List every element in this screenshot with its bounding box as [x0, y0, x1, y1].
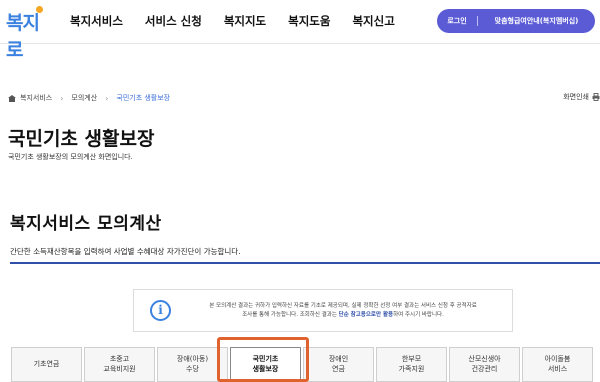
nav-item-welfare-report[interactable]: 복지신고	[352, 13, 394, 29]
breadcrumb-current: 국민기초 생활보장	[116, 94, 171, 102]
tab-label-line1: 초중고	[109, 354, 130, 363]
tab-disability-pension[interactable]: 장애인 연금	[303, 347, 374, 382]
logo-dot	[36, 6, 43, 13]
header-action-pill: 로그인 맞춤형급여안내(복지멤버십)	[437, 9, 595, 33]
tab-label-line1: 한부모	[401, 354, 422, 363]
chevron-right-icon: ›	[60, 93, 64, 103]
print-icon	[592, 93, 600, 101]
logo[interactable]: 복지로	[6, 6, 50, 61]
section-description: 간단한 소득재산항목을 입력하여 사업별 수혜대상 자가진단이 가능합니다.	[10, 247, 241, 256]
breadcrumb-item-simulation[interactable]: 모의계산	[71, 93, 97, 103]
notice-line-2-post: 하여 주시기 바랍니다.	[393, 312, 444, 318]
tab-label: 기초연금	[34, 359, 60, 369]
tab-label-line1: 장애(아동)	[176, 354, 209, 363]
tab-single-parent-support[interactable]: 한부모 가족지원	[376, 347, 447, 382]
section-title: 복지서비스 모의계산	[10, 214, 162, 234]
nav-item-welfare-services[interactable]: 복지서비스	[70, 13, 123, 29]
tab-mother-newborn-care[interactable]: 산모신생아 건강관리	[449, 347, 520, 382]
tab-label-line2: 교육비지원	[103, 364, 136, 373]
nav-item-service-apply[interactable]: 서비스 신청	[145, 13, 202, 29]
main-nav: 복지서비스 서비스 신청 복지지도 복지도움 복지신고	[70, 13, 417, 29]
home-icon[interactable]	[8, 94, 16, 102]
notice-text: 본 모의계산 결과는 귀하가 입력하신 자료를 기초로 제공되며, 실제 정확한…	[178, 302, 508, 320]
tab-label-line2: 수당	[186, 364, 199, 373]
custom-benefit-link[interactable]: 맞춤형급여안내(복지멤버십)	[478, 16, 595, 26]
tab-disability-child-allowance[interactable]: 장애(아동) 수당	[157, 347, 228, 382]
nav-item-welfare-help[interactable]: 복지도움	[288, 13, 330, 29]
page-title: 국민기초 생활보장	[8, 128, 155, 150]
print-button[interactable]: 화면인쇄	[563, 92, 600, 102]
print-label: 화면인쇄	[563, 93, 589, 101]
breadcrumb: 복지서비스 › 모의계산 › 국민기초 생활보장	[8, 93, 170, 103]
site-header: 복지로 복지서비스 서비스 신청 복지지도 복지도움 복지신고 로그인 맞춤형급…	[0, 0, 600, 61]
logo-text: 복지로	[6, 12, 40, 61]
tab-child-care-service[interactable]: 아이돌봄 서비스	[522, 347, 593, 382]
tab-label: 국민기초 생활보장	[253, 354, 279, 374]
tab-label-line2: 가족지원	[398, 364, 425, 373]
notice-box: i 본 모의계산 결과는 귀하가 입력하신 자료를 기초로 제공되며, 실제 정…	[133, 289, 513, 332]
tab-label-line1: 국민기초	[252, 354, 279, 363]
tab-label-line1: 장애인	[328, 354, 349, 363]
section-divider	[10, 262, 600, 264]
chevron-right-icon: ›	[105, 93, 109, 103]
tab-basic-livelihood-security[interactable]: 국민기초 생활보장	[230, 347, 301, 382]
tab-label-line1: 산모신생아	[468, 354, 501, 363]
tab-label-line1: 기초연금	[33, 359, 60, 368]
service-tabs: 기초연금 초중고 교육비지원 장애(아동) 수당 국민기초 생활보장 장애인 연금 한부…	[11, 347, 600, 382]
tab-label-line2: 연금	[332, 364, 345, 373]
tab-label-line2: 건강관리	[471, 364, 498, 373]
tab-label: 한부모 가족지원	[399, 354, 425, 374]
nav-item-welfare-map[interactable]: 복지지도	[224, 13, 266, 29]
page-subtitle: 국민기초 생활보장의 모의계산 화면입니다.	[8, 153, 133, 161]
tab-label: 산모신생아 건강관리	[468, 354, 500, 374]
tab-label: 아이돌봄 서비스	[545, 354, 571, 374]
breadcrumb-item-welfare-services[interactable]: 복지서비스	[20, 93, 52, 103]
info-icon: i	[150, 300, 171, 321]
notice-highlight: 단순 참고용으로만 활용	[338, 312, 394, 318]
tab-label-line1: 아이돌봄	[544, 354, 571, 363]
login-button[interactable]: 로그인	[437, 16, 477, 26]
notice-line-1: 본 모의계산 결과는 귀하가 입력하신 자료를 기초로 제공되며, 실제 정확한…	[209, 303, 477, 309]
tab-basic-pension[interactable]: 기초연금	[11, 347, 82, 382]
notice-line-2-pre: 조사를 통해 가능합니다. 조회하신 결과는	[242, 312, 339, 318]
tab-label: 초중고 교육비지원	[103, 354, 135, 374]
tab-label-line2: 서비스	[547, 364, 568, 373]
tab-label: 장애(아동) 수당	[177, 354, 208, 374]
tab-label: 장애인 연금	[329, 354, 348, 374]
tab-school-education-support[interactable]: 초중고 교육비지원	[84, 347, 155, 382]
tab-label-line2: 생활보장	[252, 364, 279, 373]
